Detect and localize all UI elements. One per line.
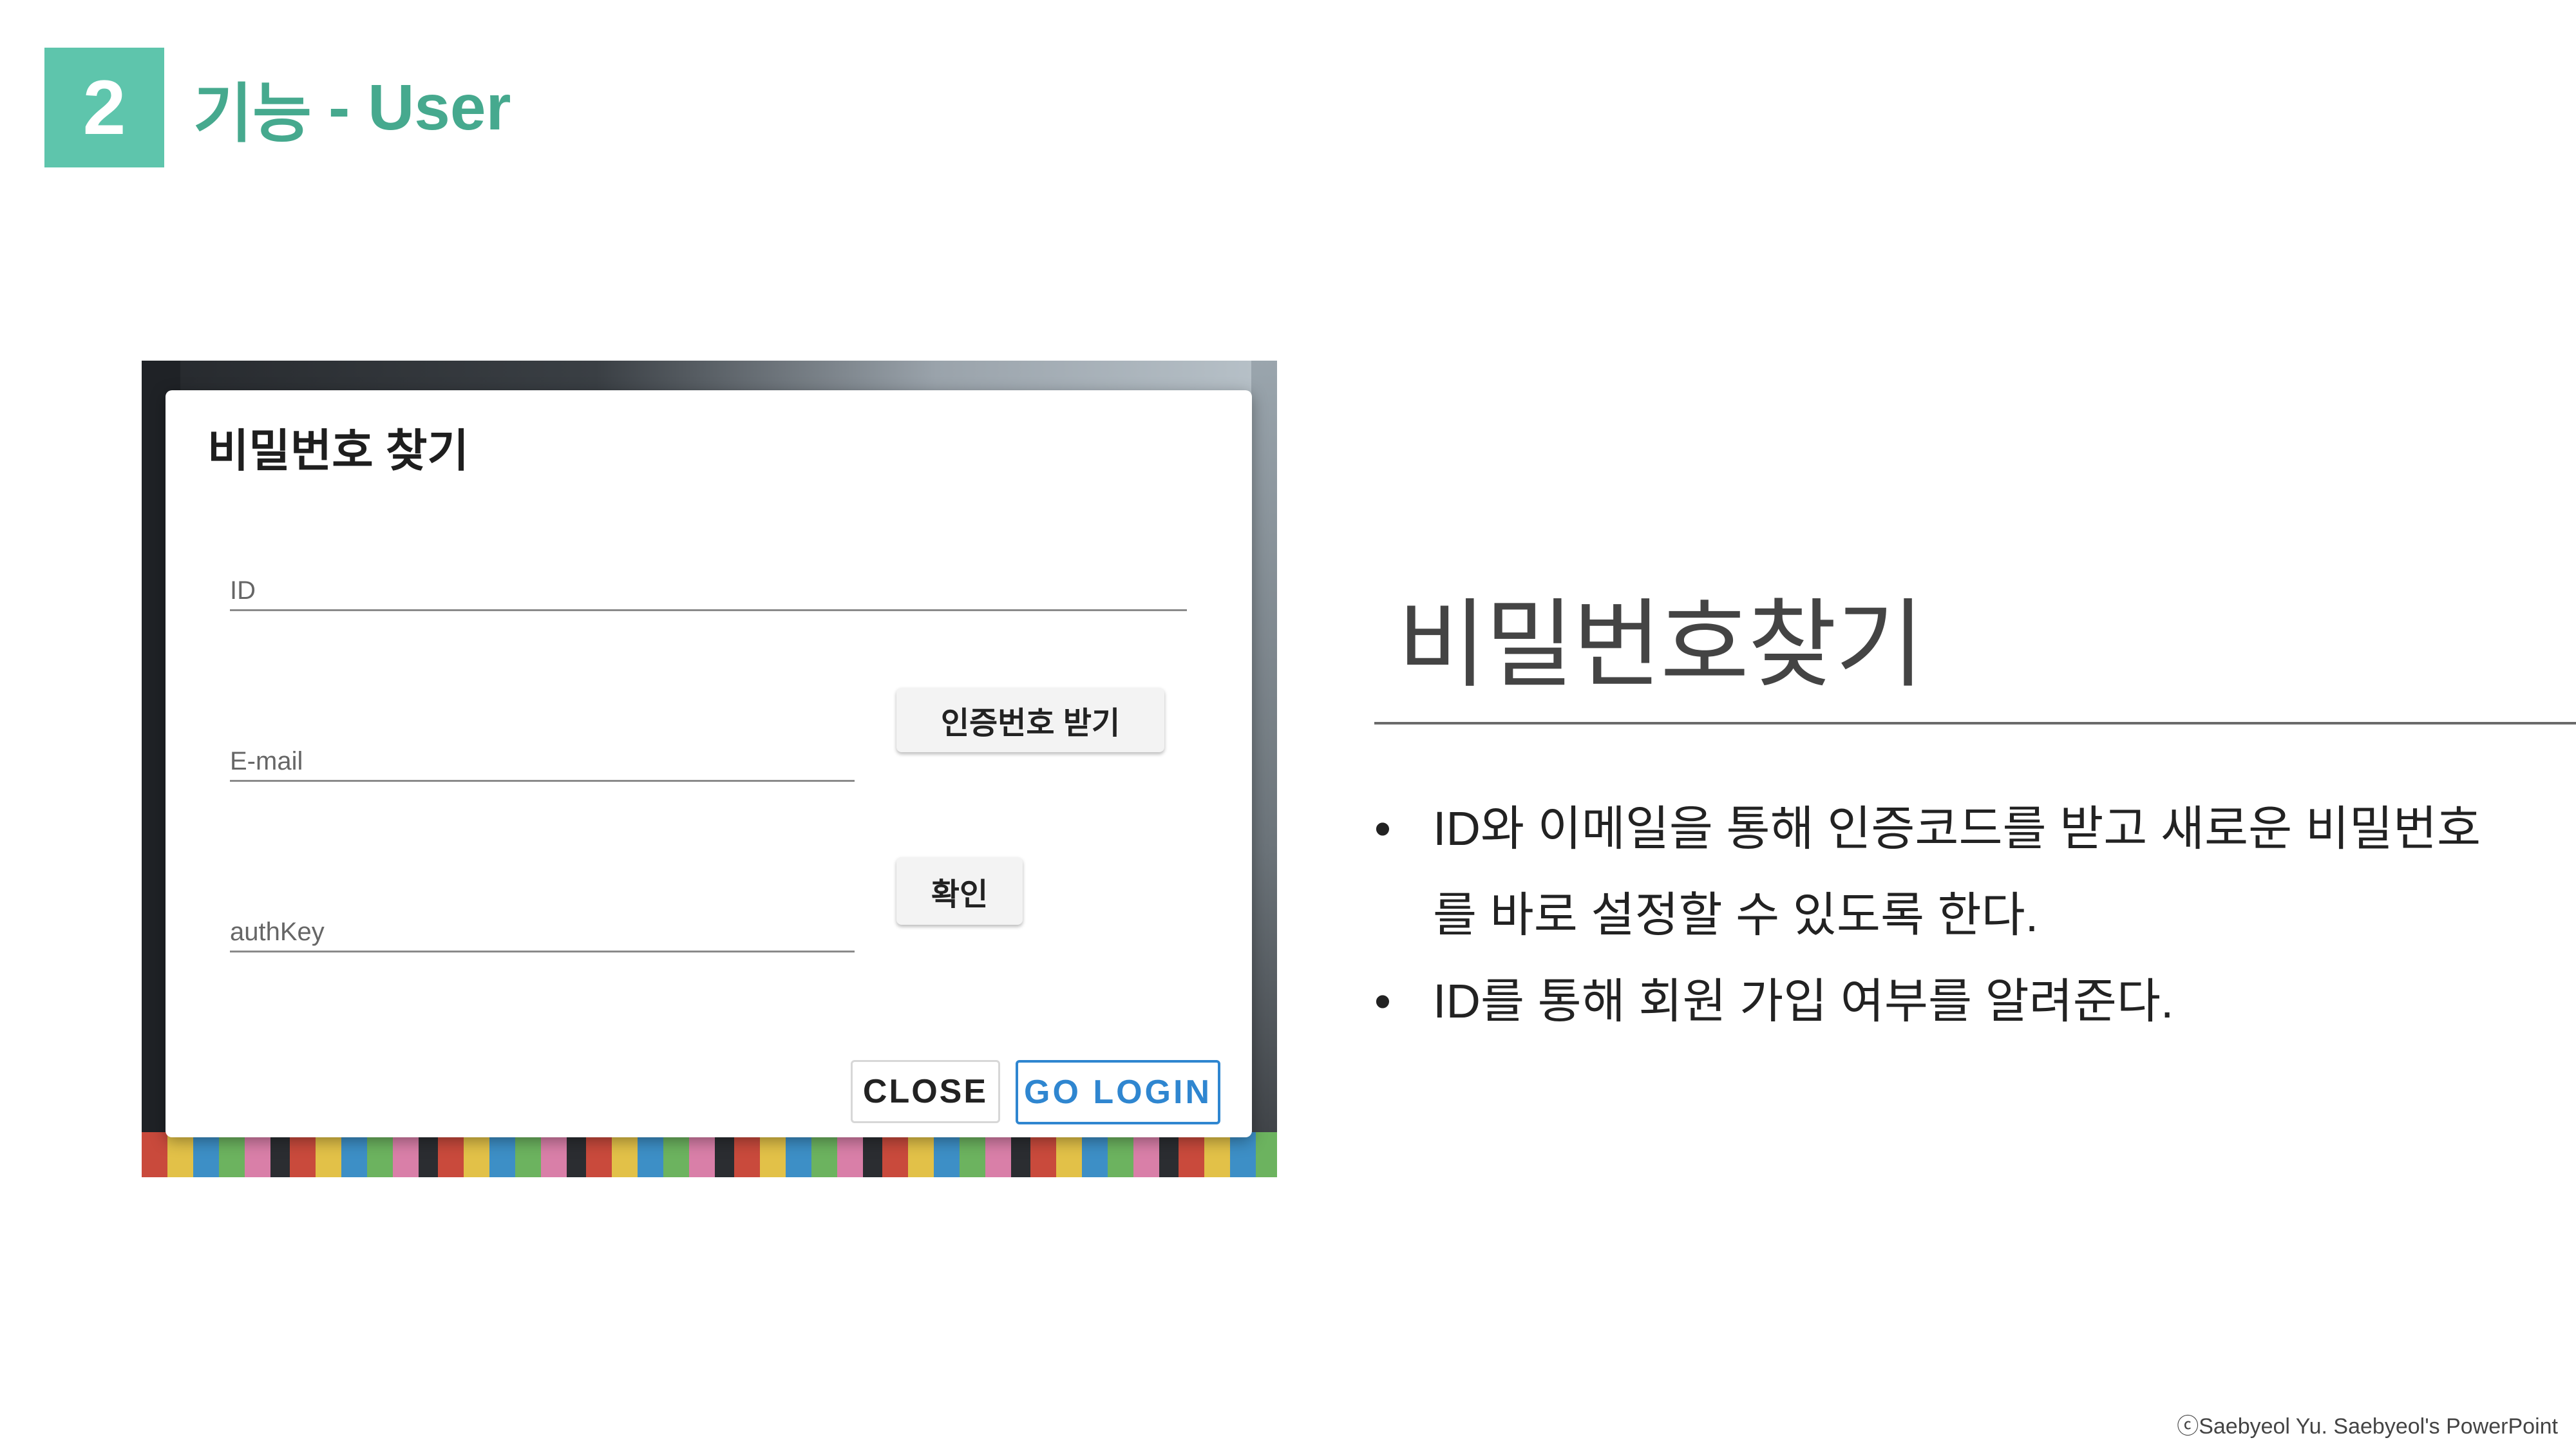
confirm-button[interactable]: 확인 (896, 857, 1023, 925)
feature-bullet-list: • ID와 이메일을 통해 인증코드를 받고 새로운 비밀번호를 바로 설정할 … (1365, 786, 2524, 1045)
dialog-title: 비밀번호 찾기 (207, 426, 469, 476)
authkey-input[interactable] (230, 918, 855, 947)
request-auth-code-button[interactable]: 인증번호 받기 (896, 688, 1164, 752)
id-field (230, 545, 1187, 611)
background-photo-right (1251, 361, 1277, 1177)
slide-title-suffix: - User (328, 71, 511, 144)
slide-title: 기능 - User (193, 59, 511, 156)
bullet-text: ID와 이메일을 통해 인증코드를 받고 새로운 비밀번호를 바로 설정할 수 … (1433, 802, 2481, 942)
email-field (230, 715, 855, 782)
bullet-text: ID를 통해 회원 가입 여부를 알려준다. (1433, 974, 2174, 1028)
authkey-field (230, 886, 855, 952)
section-number-badge: 2 (44, 48, 164, 167)
screenshot-panel: 비밀번호 찾기 인증번호 받기 확인 CLOSE GO LOGIN (142, 361, 1277, 1177)
email-input[interactable] (230, 747, 855, 776)
section-heading: 비밀번호찾기 (1397, 591, 1924, 699)
background-photo-bottom (142, 1132, 1277, 1177)
slide-title-main: 기능 (193, 77, 312, 150)
find-password-dialog: 비밀번호 찾기 인증번호 받기 확인 CLOSE GO LOGIN (166, 390, 1252, 1137)
heading-divider (1374, 722, 2576, 724)
bullet-icon: • (1374, 802, 1391, 855)
id-input[interactable] (230, 576, 1187, 605)
close-button[interactable]: CLOSE (851, 1060, 1000, 1123)
section-number: 2 (82, 64, 126, 151)
go-login-button[interactable]: GO LOGIN (1016, 1060, 1220, 1124)
list-item: • ID와 이메일을 통해 인증코드를 받고 새로운 비밀번호를 바로 설정할 … (1365, 786, 2524, 958)
bullet-icon: • (1374, 974, 1391, 1028)
list-item: • ID를 통해 회원 가입 여부를 알려준다. (1365, 958, 2524, 1045)
copyright-footer: ⓒSaebyeol Yu. Saebyeol's PowerPoint (2177, 1414, 2558, 1439)
